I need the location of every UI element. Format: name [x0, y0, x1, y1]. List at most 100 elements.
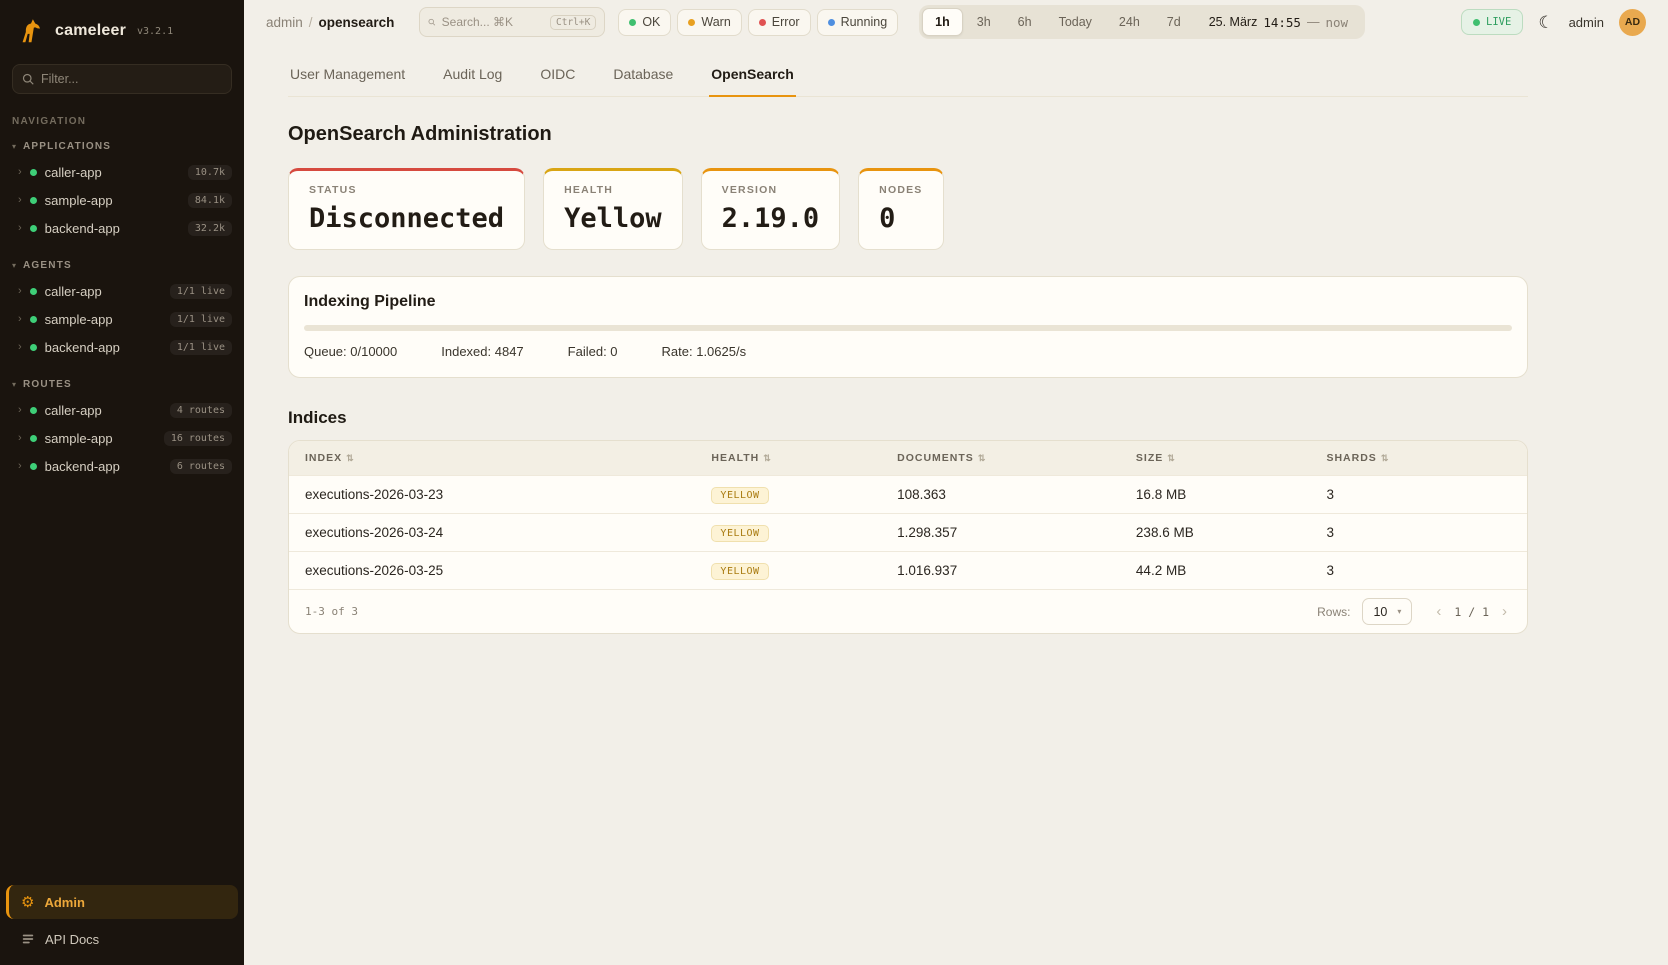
health-badge: YELLOW — [711, 563, 768, 580]
stat-label: STATUS — [309, 184, 504, 196]
app-logo[interactable]: cameleer v3.2.1 — [0, 14, 244, 60]
table-footer-controls: Rows: 10 ▾ ‹ 1 / 1 › — [1317, 598, 1511, 625]
status-dot — [30, 344, 37, 351]
sort-icon: ⇅ — [763, 453, 772, 464]
user-name: admin — [1569, 15, 1604, 30]
sidebar-filter[interactable] — [12, 64, 232, 94]
filter-error[interactable]: Error — [748, 9, 811, 36]
time-range-3h[interactable]: 3h — [964, 8, 1004, 36]
item-label: caller-app — [45, 165, 180, 180]
cell-size: 238.6 MB — [1136, 525, 1327, 540]
time-range-7d[interactable]: 7d — [1154, 8, 1194, 36]
stat-label: HEALTH — [564, 184, 662, 196]
section-routes: ▾ ROUTES › caller-app 4 routes › sample-… — [0, 375, 244, 480]
next-page-button[interactable]: › — [1498, 602, 1511, 621]
section-header-applications[interactable]: ▾ APPLICATIONS — [0, 137, 244, 158]
caret-down-icon: ▾ — [1397, 607, 1401, 616]
column-label: INDEX — [305, 452, 342, 464]
column-label: HEALTH — [711, 452, 759, 464]
sidebar-item-route-sample[interactable]: › sample-app 16 routes — [0, 424, 244, 452]
breadcrumb-section[interactable]: admin — [266, 15, 303, 30]
time-range-today[interactable]: Today — [1046, 8, 1105, 36]
table-footer: 1-3 of 3 Rows: 10 ▾ ‹ 1 / 1 › — [289, 589, 1527, 633]
sidebar-item-agent-caller[interactable]: › caller-app 1/1 live — [0, 277, 244, 305]
tab-opensearch[interactable]: OpenSearch — [709, 54, 795, 97]
section-header-agents[interactable]: ▾ AGENTS — [0, 256, 244, 277]
item-label: sample-app — [45, 431, 156, 446]
filter-label: Warn — [701, 15, 730, 29]
column-header-index[interactable]: INDEX⇅ — [305, 452, 711, 464]
range-separator: — — [1307, 15, 1320, 29]
cell-shards: 3 — [1326, 563, 1511, 578]
rows-per-page-select[interactable]: 10 ▾ — [1362, 598, 1412, 625]
time-range-1h[interactable]: 1h — [922, 8, 963, 36]
time-range-24h[interactable]: 24h — [1106, 8, 1153, 36]
filter-ok[interactable]: OK — [618, 9, 671, 36]
search-icon — [22, 73, 34, 85]
filter-warn[interactable]: Warn — [677, 9, 741, 36]
pipeline-title: Indexing Pipeline — [304, 293, 1512, 311]
cell-documents: 1.298.357 — [897, 525, 1136, 540]
item-label: sample-app — [45, 312, 162, 327]
time-range-6h[interactable]: 6h — [1005, 8, 1045, 36]
chevron-right-icon: › — [18, 223, 22, 234]
filter-running[interactable]: Running — [817, 9, 899, 36]
section-label: ROUTES — [23, 379, 72, 390]
cell-index: executions-2026-03-23 — [305, 487, 711, 502]
sidebar-item-agent-sample[interactable]: › sample-app 1/1 live — [0, 305, 244, 333]
indices-title: Indices — [288, 408, 1528, 428]
avatar[interactable]: AD — [1619, 9, 1646, 36]
search-icon — [428, 16, 435, 28]
sidebar-item-agent-backend[interactable]: › backend-app 1/1 live — [0, 333, 244, 361]
breadcrumb-separator: / — [309, 15, 313, 30]
sidebar-item-app-backend[interactable]: › backend-app 32.2k — [0, 214, 244, 242]
sidebar-item-route-caller[interactable]: › caller-app 4 routes — [0, 396, 244, 424]
live-indicator[interactable]: LIVE — [1461, 9, 1523, 35]
column-header-shards[interactable]: SHARDS ⇅ — [1326, 452, 1511, 464]
status-dot — [30, 316, 37, 323]
rows-per-page-value: 10 — [1373, 605, 1387, 619]
running-dot-icon — [828, 19, 835, 26]
column-header-documents[interactable]: DOCUMENTS⇅ — [897, 452, 1136, 464]
item-label: backend-app — [45, 459, 162, 474]
sidebar-item-app-caller[interactable]: › caller-app 10.7k — [0, 158, 244, 186]
dark-mode-toggle[interactable]: ☾ — [1538, 14, 1553, 31]
sidebar-item-admin[interactable]: ⚙ Admin — [6, 885, 238, 919]
column-header-health[interactable]: HEALTH ⇅ — [711, 452, 897, 464]
table-row[interactable]: executions-2026-03-24 YELLOW 1.298.357 2… — [289, 513, 1527, 551]
admin-label: Admin — [44, 895, 84, 910]
column-label: SIZE — [1136, 452, 1163, 464]
item-badge: 10.7k — [188, 165, 232, 180]
item-badge: 16 routes — [164, 431, 232, 446]
section-header-routes[interactable]: ▾ ROUTES — [0, 375, 244, 396]
caret-down-icon: ▾ — [12, 380, 16, 389]
table-row[interactable]: executions-2026-03-23 YELLOW 108.363 16.… — [289, 475, 1527, 513]
app-version: v3.2.1 — [137, 26, 173, 37]
global-search-input[interactable] — [442, 15, 544, 29]
sidebar-item-api-docs[interactable]: API Docs — [6, 923, 238, 955]
column-header-size[interactable]: SIZE⇅ — [1136, 452, 1327, 464]
item-badge: 1/1 live — [170, 340, 232, 355]
item-label: caller-app — [45, 403, 162, 418]
document-icon — [21, 932, 35, 946]
table-row[interactable]: executions-2026-03-25 YELLOW 1.016.937 4… — [289, 551, 1527, 589]
sidebar-item-app-sample[interactable]: › sample-app 84.1k — [0, 186, 244, 214]
global-search[interactable]: Ctrl+K — [419, 7, 605, 37]
tab-oidc[interactable]: OIDC — [538, 54, 577, 97]
chevron-right-icon: › — [18, 461, 22, 472]
row-range-label: 1-3 of 3 — [305, 605, 358, 618]
status-dot — [30, 197, 37, 204]
status-dot — [30, 225, 37, 232]
column-label: SHARDS — [1326, 452, 1376, 464]
sidebar-filter-input[interactable] — [41, 72, 222, 86]
prev-page-button[interactable]: ‹ — [1432, 602, 1445, 621]
tab-audit-log[interactable]: Audit Log — [441, 54, 504, 97]
tab-database[interactable]: Database — [611, 54, 675, 97]
range-end-label: now — [1325, 15, 1348, 30]
breadcrumb-page[interactable]: opensearch — [319, 15, 395, 30]
tab-user-management[interactable]: User Management — [288, 54, 407, 97]
cell-shards: 3 — [1326, 487, 1511, 502]
sidebar-item-route-backend[interactable]: › backend-app 6 routes — [0, 452, 244, 480]
sort-icon: ⇅ — [1381, 453, 1390, 464]
moon-icon: ☾ — [1538, 13, 1553, 32]
